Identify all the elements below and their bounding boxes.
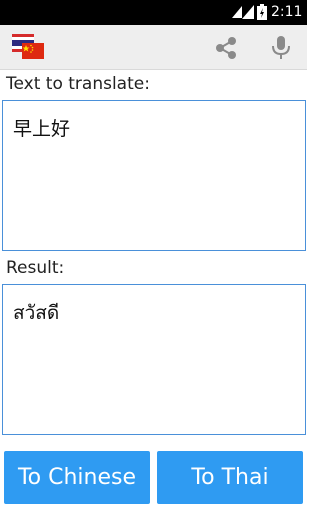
status-bar: 2:11 xyxy=(0,0,307,25)
source-label: Text to translate: xyxy=(6,74,150,94)
thai-chinese-flag-icon[interactable] xyxy=(11,32,45,62)
source-text-input[interactable]: 早上好 xyxy=(2,100,306,251)
battery-icon xyxy=(257,4,267,20)
action-bar xyxy=(0,25,307,70)
signal-icon xyxy=(242,5,254,19)
status-time: 2:11 xyxy=(271,4,303,20)
wifi-icon xyxy=(232,6,242,18)
result-text-output[interactable]: สวัสดี xyxy=(2,284,306,435)
to-chinese-button[interactable]: To Chinese xyxy=(4,451,150,504)
microphone-icon[interactable] xyxy=(268,34,294,62)
share-icon[interactable] xyxy=(213,35,239,61)
result-label: Result: xyxy=(6,258,65,278)
to-thai-button[interactable]: To Thai xyxy=(157,451,303,504)
